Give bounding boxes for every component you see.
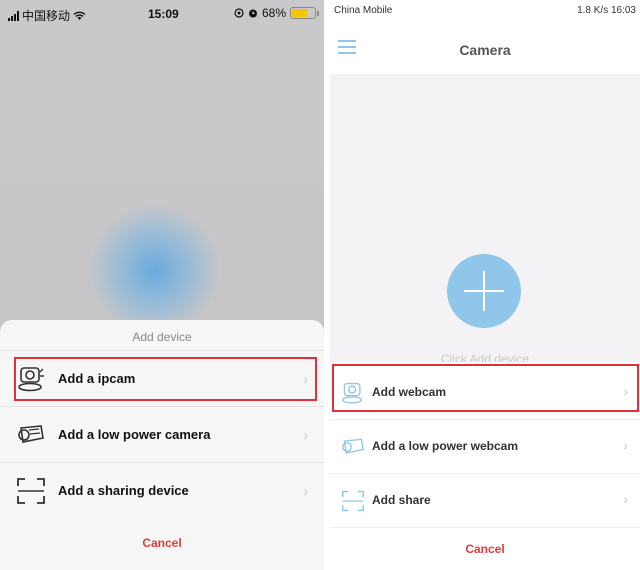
clock: 15:09 bbox=[148, 7, 179, 21]
add-share-option[interactable]: Add share › bbox=[330, 474, 640, 528]
option-label: Add share bbox=[372, 493, 431, 507]
app-header: Camera bbox=[330, 22, 640, 74]
add-device-button[interactable] bbox=[447, 254, 521, 328]
chevron-right-icon: › bbox=[623, 491, 628, 507]
battery-icon bbox=[290, 7, 319, 19]
add-low-power-webcam-option[interactable]: Add a low power webcam › bbox=[330, 420, 640, 474]
option-label: Add a low power webcam bbox=[372, 439, 519, 453]
highlight-box bbox=[332, 364, 639, 412]
sheet-title: Add device bbox=[132, 330, 192, 344]
carrier-label: China Mobile bbox=[334, 5, 393, 16]
cancel-button[interactable]: Cancel bbox=[330, 542, 640, 556]
option-label: Add a low power camera bbox=[58, 427, 211, 442]
carrier-label: 中国移动 bbox=[22, 9, 71, 23]
cancel-button[interactable]: Cancel bbox=[0, 536, 324, 550]
scan-frame-icon bbox=[338, 486, 368, 516]
option-label: Add a sharing device bbox=[58, 483, 189, 498]
alarm-icon bbox=[248, 9, 257, 18]
scan-frame-icon bbox=[14, 474, 48, 508]
add-low-power-camera-option[interactable]: Add a low power camera › bbox=[0, 406, 324, 462]
background-glow bbox=[90, 205, 220, 335]
page-title: Camera bbox=[459, 42, 511, 58]
highlight-box bbox=[14, 357, 317, 401]
status-right-text: 1.8 K/s 16:03 bbox=[577, 5, 636, 16]
chevron-right-icon: › bbox=[623, 437, 628, 453]
signal-icon bbox=[8, 10, 19, 21]
ios-screen: 中国移动 15:09 68% Add device Add a ipcam › bbox=[0, 0, 324, 570]
low-power-camera-icon bbox=[338, 432, 368, 462]
android-screen: China Mobile 1.8 K/s 16:03 Camera Click … bbox=[330, 0, 640, 570]
location-icon bbox=[234, 8, 244, 18]
wifi-icon bbox=[73, 11, 86, 20]
status-bar: 中国移动 15:09 68% bbox=[0, 0, 324, 28]
chevron-right-icon: › bbox=[303, 426, 308, 443]
add-sharing-device-option[interactable]: Add a sharing device › bbox=[0, 462, 324, 518]
battery-percent: 68% bbox=[261, 6, 286, 20]
chevron-right-icon: › bbox=[303, 482, 308, 499]
low-power-camera-icon bbox=[14, 418, 48, 452]
status-bar: China Mobile 1.8 K/s 16:03 bbox=[330, 0, 640, 22]
